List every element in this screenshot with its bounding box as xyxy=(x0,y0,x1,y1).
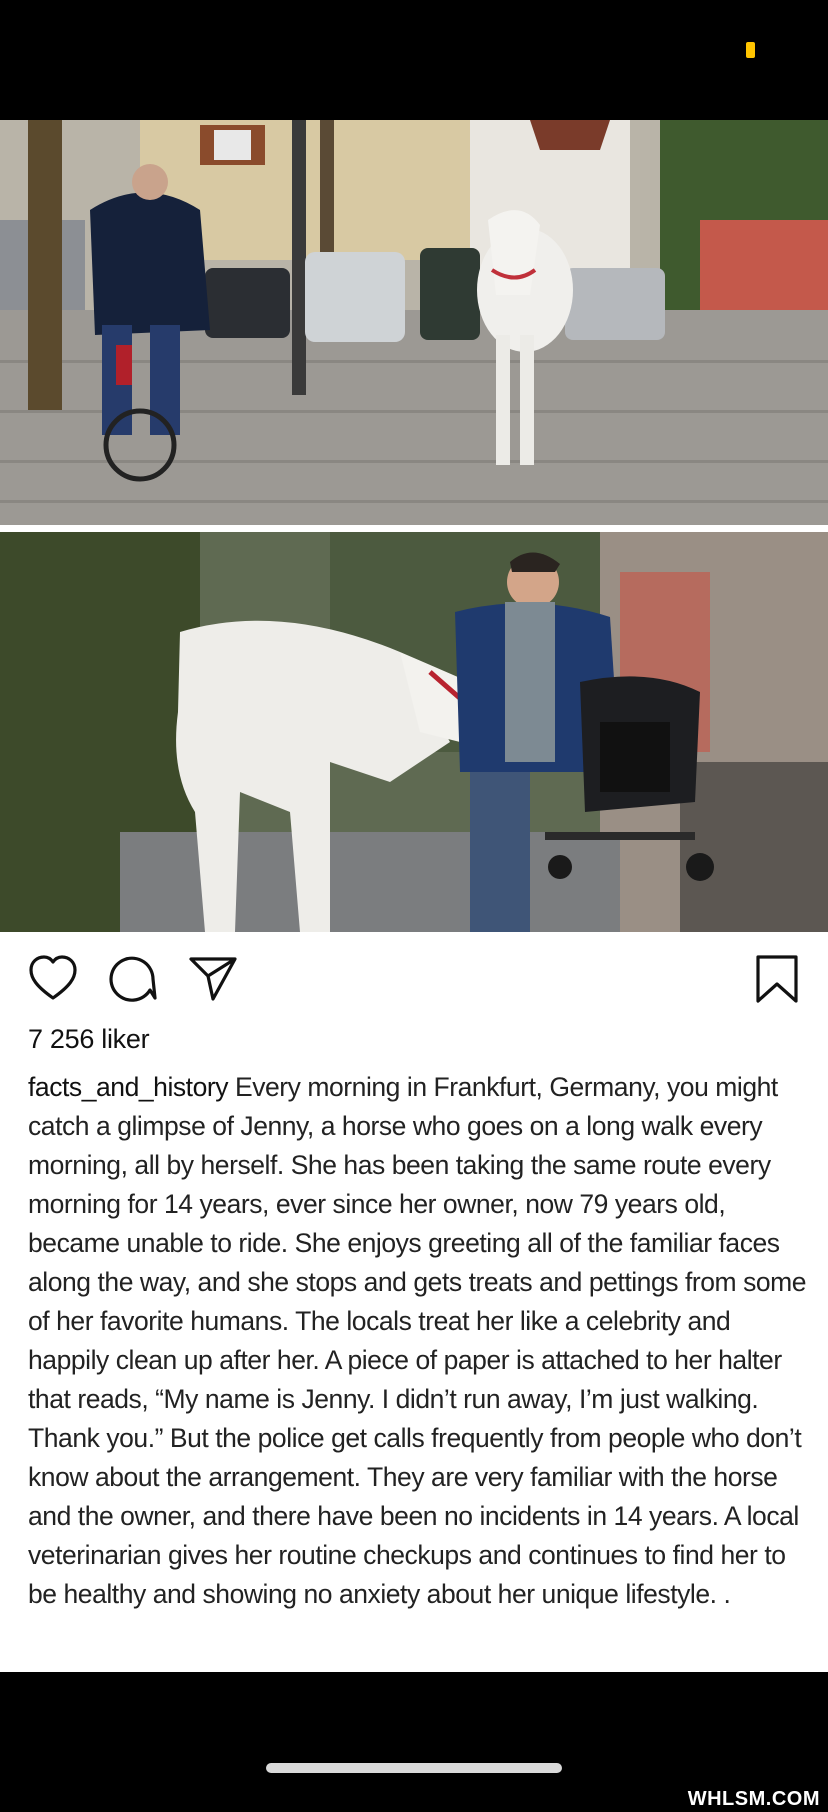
heart-outline-icon[interactable] xyxy=(26,952,80,1006)
likes-count[interactable]: 7 256 liker xyxy=(28,1024,150,1055)
street-photo-illustration xyxy=(0,120,828,525)
caption-username[interactable]: facts_and_history xyxy=(28,1072,229,1102)
post-actions-bar xyxy=(0,932,828,1022)
post-photo-stroller[interactable] xyxy=(0,532,828,932)
home-indicator[interactable] xyxy=(266,1763,562,1773)
battery-icon xyxy=(746,42,755,58)
caption-text: Every morning in Frankfurt, Germany, you… xyxy=(28,1072,807,1609)
post-details: 7 256 liker facts_and_history Every morn… xyxy=(0,932,828,1672)
speech-bubble-icon[interactable] xyxy=(106,952,160,1006)
photo-divider xyxy=(0,525,828,532)
watermark: WHLSM.COM xyxy=(687,1788,820,1810)
post-photo-street[interactable] xyxy=(0,120,828,525)
stroller-photo-illustration xyxy=(0,532,828,932)
status-bar xyxy=(0,0,828,120)
bookmark-outline-icon[interactable] xyxy=(750,952,804,1006)
paper-plane-icon[interactable] xyxy=(186,952,240,1006)
post-caption: facts_and_history Every morning in Frank… xyxy=(28,1068,808,1614)
